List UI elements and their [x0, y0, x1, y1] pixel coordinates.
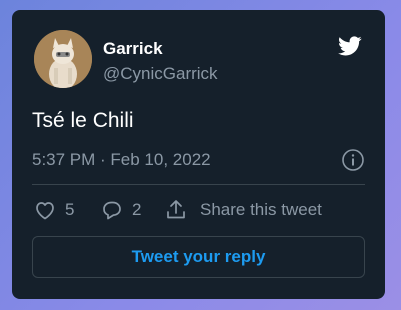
- avatar[interactable]: [34, 30, 92, 88]
- like-button[interactable]: 5: [33, 196, 74, 224]
- user-handle[interactable]: @CynicGarrick: [103, 64, 218, 84]
- user-display-name[interactable]: Garrick: [103, 39, 163, 59]
- reply-count: 2: [132, 200, 142, 219]
- share-upload-icon: [167, 200, 185, 219]
- cat-avatar-image: [34, 30, 92, 88]
- twitter-bird-icon[interactable]: [335, 34, 365, 58]
- tweet-text: Tsé le Chili: [32, 109, 134, 132]
- tweet-card: Garrick @CynicGarrick Tsé le Chili 5:37 …: [12, 10, 385, 299]
- divider: [32, 184, 365, 185]
- share-button[interactable]: Share this tweet: [164, 196, 322, 224]
- info-icon[interactable]: [341, 148, 365, 172]
- reply-button[interactable]: 2: [100, 196, 141, 224]
- tweet-timestamp[interactable]: 5:37 PM · Feb 10, 2022: [32, 150, 211, 170]
- heart-icon: [36, 202, 54, 220]
- tweet-your-reply-button[interactable]: Tweet your reply: [32, 236, 365, 278]
- like-count: 5: [65, 200, 75, 219]
- share-label: Share this tweet: [200, 200, 322, 219]
- reply-bubble-icon: [103, 201, 121, 220]
